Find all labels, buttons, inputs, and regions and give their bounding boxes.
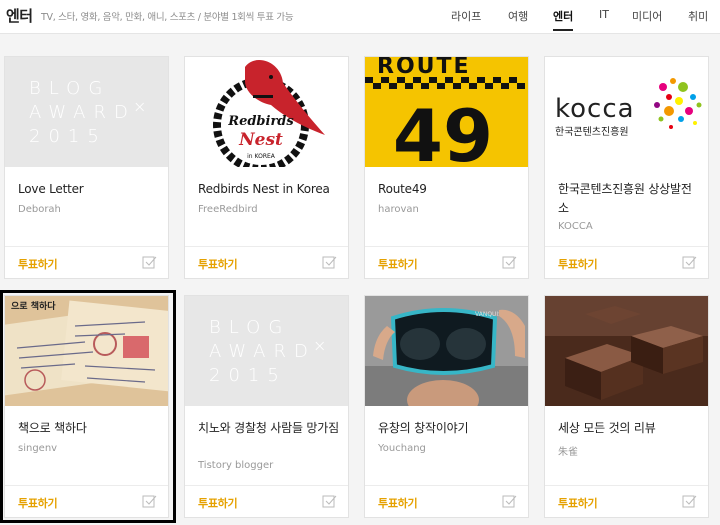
card-title[interactable]: 책으로 책하다 [18, 419, 160, 438]
card-footer: 투표하기 [5, 485, 168, 517]
card-footer: 투표하기 [185, 485, 348, 517]
nav-life[interactable]: 라이프 [451, 8, 481, 24]
photo-caption: 으로 책하다 [11, 300, 56, 312]
blog-card[interactable]: 세상 모든 것의 리뷰 朱雀 투표하기 [544, 295, 709, 518]
card-thumbnail[interactable]: ROUTE 49 [365, 57, 528, 167]
card-thumbnail[interactable]: VANQUIST [365, 296, 528, 406]
card-footer: 투표하기 [5, 246, 168, 278]
goggle-photo: VANQUIST [365, 296, 528, 406]
vote-button[interactable]: 투표하기 [198, 495, 238, 511]
blog-card[interactable]: VANQUIST 유창의 창작이야기 Youchang 투표하기 [364, 295, 529, 518]
award-line: 2015 [29, 126, 107, 147]
award-x-mark: × [313, 336, 327, 355]
award-line: BLOG [209, 317, 291, 338]
blog-award-placeholder: BLOG AWARD 2015 × [29, 77, 146, 149]
nav-entertainment[interactable]: 엔터 [553, 8, 574, 31]
card-author: 朱雀 [558, 447, 578, 458]
card-title[interactable]: 세상 모든 것의 리뷰 [558, 419, 700, 438]
card-title[interactable]: 치노와 경찰청 사람들 망가짐 [198, 419, 340, 438]
card-thumbnail[interactable]: BLOG AWARD 2015 × [5, 57, 168, 167]
vote-check-icon[interactable] [322, 494, 337, 509]
vote-button[interactable]: 투표하기 [558, 256, 598, 272]
route49-logo: ROUTE 49 [365, 57, 525, 167]
card-title[interactable]: Route49 [378, 180, 520, 199]
card-title[interactable]: 유창의 창작이야기 [378, 419, 520, 438]
card-footer: 투표하기 [365, 485, 528, 517]
logo-text: 한국콘텐츠진흥원 [555, 125, 629, 138]
card-footer: 투표하기 [185, 246, 348, 278]
blog-award-placeholder: BLOG AWARD 2015 × [209, 316, 326, 388]
vote-check-icon[interactable] [322, 255, 337, 270]
award-line: AWARD [209, 341, 316, 362]
vote-check-icon[interactable] [682, 494, 697, 509]
vote-button[interactable]: 투표하기 [198, 256, 238, 272]
blog-card[interactable]: kocca 한국콘텐츠진흥원 한국콘텐츠진흥원 상상발전소 KOCCA 투표하기 [544, 56, 709, 279]
vote-check-icon[interactable] [142, 255, 157, 270]
logo-text: 49 [393, 94, 493, 167]
redbirds-logo: Redbirds Nest in KOREA [213, 60, 325, 167]
vote-button[interactable]: 투표하기 [18, 495, 58, 511]
chocolate-photo [545, 296, 708, 406]
card-thumbnail[interactable]: kocca 한국콘텐츠진흥원 [545, 57, 708, 167]
card-footer: 투표하기 [545, 246, 708, 278]
vote-check-icon[interactable] [502, 494, 517, 509]
card-thumbnail[interactable]: Redbirds Nest in KOREA [185, 57, 348, 167]
card-author: Tistory blogger [198, 460, 274, 471]
blog-card[interactable]: BLOG AWARD 2015 × 치노와 경찰청 사람들 망가짐 Tistor… [184, 295, 349, 518]
page-subtitle: TV, 스타, 영화, 음악, 만화, 애니, 스포츠 / 분야별 1회씩 투표… [41, 12, 294, 23]
award-x-mark: × [133, 97, 147, 116]
page-title: 엔터 [6, 7, 33, 25]
logo-text: ROUTE [377, 57, 471, 79]
vote-button[interactable]: 투표하기 [18, 256, 58, 272]
logo-text: kocca [555, 94, 635, 124]
kocca-logo: kocca 한국콘텐츠진흥원 [555, 78, 702, 138]
card-author: Youchang [378, 443, 426, 454]
card-thumbnail[interactable]: 으로 책하다 [5, 296, 168, 406]
award-line: AWARD [29, 102, 136, 123]
vote-check-icon[interactable] [142, 494, 157, 509]
vote-button[interactable]: 투표하기 [558, 495, 598, 511]
blog-card[interactable]: BLOG AWARD 2015 × Love Letter Deborah 투표… [4, 56, 169, 279]
card-footer: 투표하기 [365, 246, 528, 278]
card-thumbnail[interactable] [545, 296, 708, 406]
card-author: KOCCA [558, 221, 593, 232]
card-title[interactable]: Love Letter [18, 180, 160, 199]
card-author: harovan [378, 204, 419, 215]
vote-check-icon[interactable] [682, 255, 697, 270]
logo-text: in KOREA [247, 153, 276, 160]
nav-it[interactable]: IT [599, 8, 609, 21]
letters-photo: 으로 책하다 [5, 296, 168, 406]
card-author: FreeRedbird [198, 204, 258, 215]
nav-travel[interactable]: 여행 [508, 8, 528, 24]
card-title[interactable]: Redbirds Nest in Korea [198, 180, 340, 199]
category-header: 엔터 TV, 스타, 영화, 음악, 만화, 애니, 스포츠 / 분야별 1회씩… [0, 0, 720, 34]
card-footer: 투표하기 [545, 485, 708, 517]
card-thumbnail[interactable]: BLOG AWARD 2015 × [185, 296, 348, 406]
card-title[interactable]: 한국콘텐츠진흥원 상상발전소 [558, 180, 700, 218]
card-author: Deborah [18, 204, 61, 215]
blog-card[interactable]: Redbirds Nest in KOREA Redbirds Nest in … [184, 56, 349, 279]
blog-card[interactable]: 으로 책하다 책으로 책하다 singenv 투표하기 [4, 295, 169, 518]
award-line: BLOG [29, 78, 111, 99]
logo-text: Redbirds [227, 114, 294, 129]
vote-button[interactable]: 투표하기 [378, 495, 418, 511]
nav-hobby[interactable]: 취미 [688, 8, 708, 24]
nav-media[interactable]: 미디어 [632, 8, 662, 24]
vote-check-icon[interactable] [502, 255, 517, 270]
blog-card[interactable]: ROUTE 49 Route49 harovan 투표하기 [364, 56, 529, 279]
vote-button[interactable]: 투표하기 [378, 256, 418, 272]
card-author: singenv [18, 443, 58, 454]
logo-text: Nest [238, 130, 283, 150]
award-line: 2015 [209, 365, 287, 386]
